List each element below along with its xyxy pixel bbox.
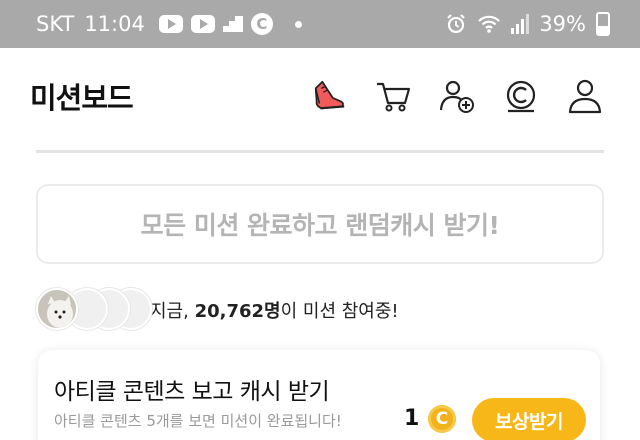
cart-icon[interactable] xyxy=(374,77,412,115)
avatar-stack xyxy=(36,288,152,332)
reward-amount: 1 xyxy=(404,406,420,431)
participants-text: 지금, 20,762명이 미션 참여중! xyxy=(150,301,399,322)
participants-row: 지금, 20,762명이 미션 참여중! xyxy=(36,288,399,332)
mission-description: 아티클 콘텐츠 5개를 보면 미션이 완료됩니다! xyxy=(54,412,342,430)
header-icon-group xyxy=(310,77,604,115)
profile-icon[interactable] xyxy=(566,77,604,115)
carrier-label: SKT xyxy=(36,12,75,36)
page-title: 미션보드 xyxy=(30,81,134,115)
dot-icon xyxy=(294,20,302,28)
signal-icon xyxy=(511,14,530,34)
battery-icon xyxy=(596,12,610,36)
cash-c-icon: C xyxy=(250,13,273,35)
header-divider xyxy=(36,150,604,153)
random-cash-banner[interactable]: 모든 미션 완료하고 랜덤캐시 받기! xyxy=(36,184,604,264)
avatar xyxy=(36,288,78,330)
status-bar: SKT 11:04 C 39% xyxy=(0,0,640,48)
clock: 11:04 xyxy=(84,12,145,36)
sneaker-icon[interactable] xyxy=(310,77,348,115)
add-friend-icon[interactable] xyxy=(438,77,476,115)
youtube-icon xyxy=(158,15,183,33)
participant-count: 20,762명 xyxy=(194,301,281,322)
app-header: 미션보드 xyxy=(0,48,640,144)
mission-title: 아티클 콘텐츠 보고 캐시 받기 xyxy=(54,379,330,405)
youtube-icon xyxy=(190,15,215,33)
wifi-icon xyxy=(477,14,501,34)
coin-icon[interactable] xyxy=(502,77,540,115)
mission-card: 아티클 콘텐츠 보고 캐시 받기 아티클 콘텐츠 5개를 보면 미션이 완료됩니… xyxy=(38,350,600,440)
battery-percent: 39% xyxy=(539,12,586,36)
banner-text: 모든 미션 완료하고 랜덤캐시 받기! xyxy=(140,211,500,240)
cash-coin-icon: C xyxy=(428,405,456,433)
stairs-icon xyxy=(222,16,243,32)
alarm-icon xyxy=(445,13,467,35)
claim-reward-button[interactable]: 보상받기 xyxy=(472,398,586,440)
